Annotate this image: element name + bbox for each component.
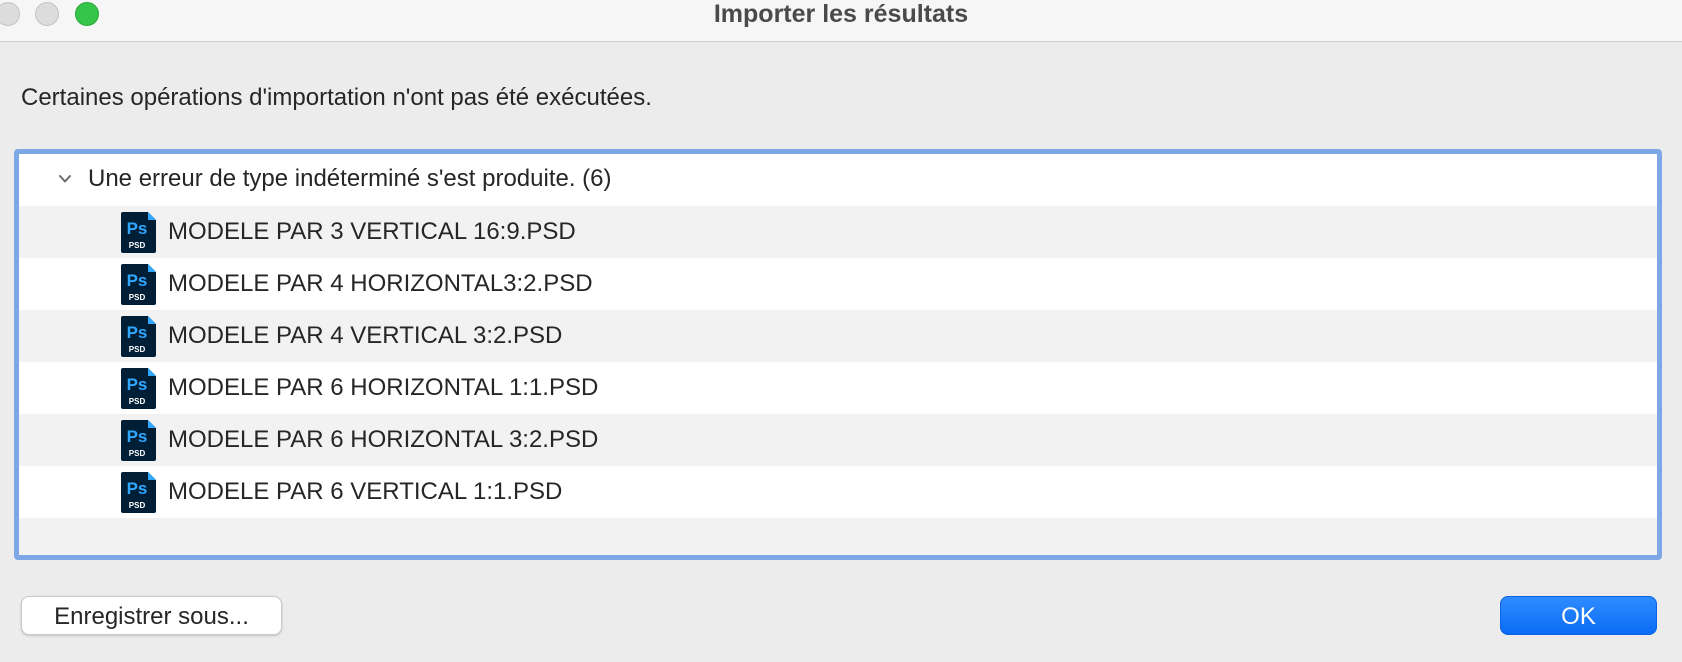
photoshop-psd-icon: Ps PSD xyxy=(121,316,156,357)
ps-glyph: Ps xyxy=(127,219,148,238)
psd-caption: PSD xyxy=(129,501,146,510)
file-list: Ps PSD MODELE PAR 3 VERTICAL 16:9.PSD Ps PSD… xyxy=(19,206,1657,518)
file-name: MODELE PAR 6 HORIZONTAL 1:1.PSD xyxy=(168,374,599,401)
title-bar: Importer les résultats xyxy=(0,0,1682,42)
file-name: MODELE PAR 6 VERTICAL 1:1.PSD xyxy=(168,478,563,505)
file-row[interactable]: Ps PSD MODELE PAR 6 HORIZONTAL 3:2.PSD xyxy=(19,414,1657,466)
psd-caption: PSD xyxy=(129,293,146,302)
ps-glyph: Ps xyxy=(127,375,148,394)
ps-glyph: Ps xyxy=(127,427,148,446)
error-group-label: Une erreur de type indéterminé s'est pro… xyxy=(88,165,612,192)
file-name: MODELE PAR 3 VERTICAL 16:9.PSD xyxy=(168,218,576,245)
psd-caption: PSD xyxy=(129,241,146,250)
ps-glyph: Ps xyxy=(127,323,148,342)
import-status-message: Certaines opérations d'importation n'ont… xyxy=(21,84,652,111)
photoshop-psd-icon: Ps PSD xyxy=(121,368,156,409)
ps-glyph: Ps xyxy=(127,271,148,290)
import-results-dialog: Importer les résultats Certaines opérati… xyxy=(0,0,1682,662)
file-row[interactable]: Ps PSD MODELE PAR 4 HORIZONTAL3:2.PSD xyxy=(19,258,1657,310)
chevron-down-icon[interactable] xyxy=(57,171,73,187)
psd-caption: PSD xyxy=(129,449,146,458)
psd-caption: PSD xyxy=(129,397,146,406)
results-list[interactable]: Une erreur de type indéterminé s'est pro… xyxy=(14,149,1662,560)
photoshop-psd-icon: Ps PSD xyxy=(121,472,156,513)
save-as-button[interactable]: Enregistrer sous... xyxy=(21,596,282,635)
file-row[interactable]: Ps PSD MODELE PAR 6 HORIZONTAL 1:1.PSD xyxy=(19,362,1657,414)
photoshop-psd-icon: Ps PSD xyxy=(121,264,156,305)
file-name: MODELE PAR 4 HORIZONTAL3:2.PSD xyxy=(168,270,593,297)
file-name: MODELE PAR 6 HORIZONTAL 3:2.PSD xyxy=(168,426,599,453)
file-row[interactable]: Ps PSD MODELE PAR 3 VERTICAL 16:9.PSD xyxy=(19,206,1657,258)
photoshop-psd-icon: Ps PSD xyxy=(121,212,156,253)
ok-button[interactable]: OK xyxy=(1500,596,1657,635)
ps-glyph: Ps xyxy=(127,479,148,498)
file-name: MODELE PAR 4 VERTICAL 3:2.PSD xyxy=(168,322,563,349)
photoshop-psd-icon: Ps PSD xyxy=(121,420,156,461)
window-title: Importer les résultats xyxy=(713,0,969,28)
file-row[interactable]: Ps PSD MODELE PAR 4 VERTICAL 3:2.PSD xyxy=(19,310,1657,362)
error-group-row[interactable]: Une erreur de type indéterminé s'est pro… xyxy=(19,154,1657,206)
file-row[interactable]: Ps PSD MODELE PAR 6 VERTICAL 1:1.PSD xyxy=(19,466,1657,518)
psd-caption: PSD xyxy=(129,345,146,354)
